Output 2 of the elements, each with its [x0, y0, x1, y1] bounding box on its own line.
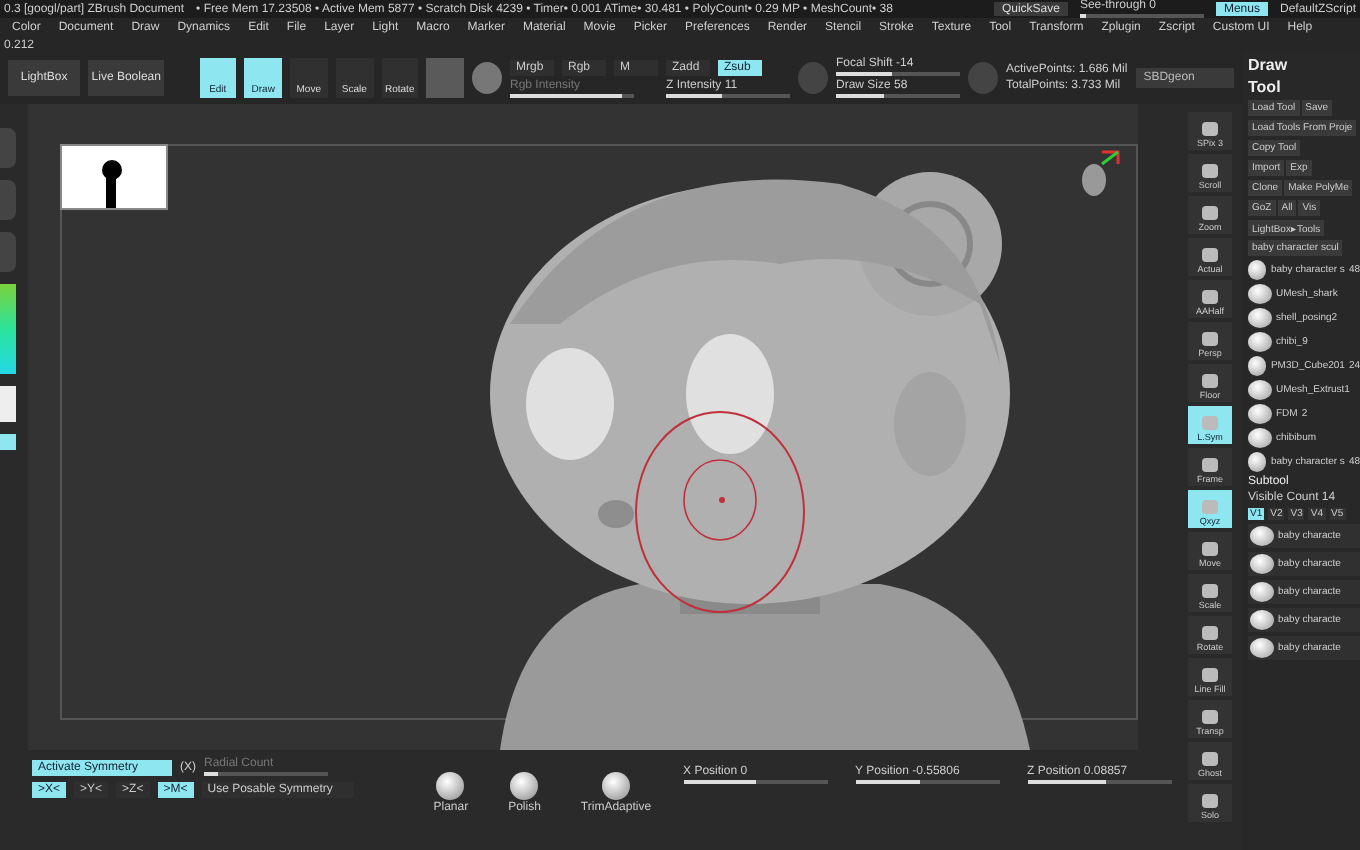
palette-header[interactable]: Tool: [1248, 78, 1360, 96]
palette-header[interactable]: Draw: [1248, 56, 1360, 74]
